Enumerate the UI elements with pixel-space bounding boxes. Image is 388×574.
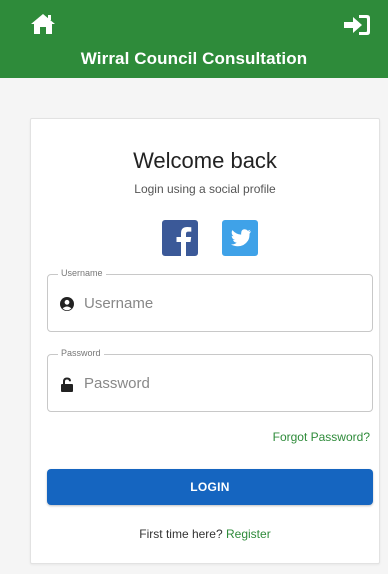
password-field[interactable]: Password Password	[47, 348, 373, 412]
register-prompt: First time here? Register	[31, 527, 379, 541]
app-header: Wirral Council Consultation	[0, 0, 388, 78]
forgot-password-link[interactable]: Forgot Password?	[273, 430, 370, 444]
welcome-heading: Welcome back	[133, 148, 277, 173]
lock-icon	[60, 377, 74, 392]
sign-in-icon[interactable]	[343, 13, 371, 37]
twitter-icon[interactable]	[222, 220, 258, 256]
username-label: Username	[58, 268, 106, 278]
user-icon	[60, 297, 74, 311]
password-label: Password	[58, 348, 104, 358]
app-title: Wirral Council Consultation	[80, 49, 308, 68]
login-card: Welcome back Login using a social profil…	[30, 118, 380, 564]
facebook-icon[interactable]	[162, 220, 198, 256]
username-field[interactable]: Username Username	[47, 268, 373, 332]
first-time-text: First time here?	[139, 527, 223, 541]
register-link[interactable]: Register	[226, 527, 271, 541]
login-button[interactable]: LOGIN	[47, 469, 373, 505]
password-input[interactable]: Password	[84, 375, 150, 392]
home-icon[interactable]	[30, 13, 56, 35]
username-input[interactable]: Username	[84, 295, 153, 312]
login-subheading: Login using a social profile	[134, 182, 276, 196]
